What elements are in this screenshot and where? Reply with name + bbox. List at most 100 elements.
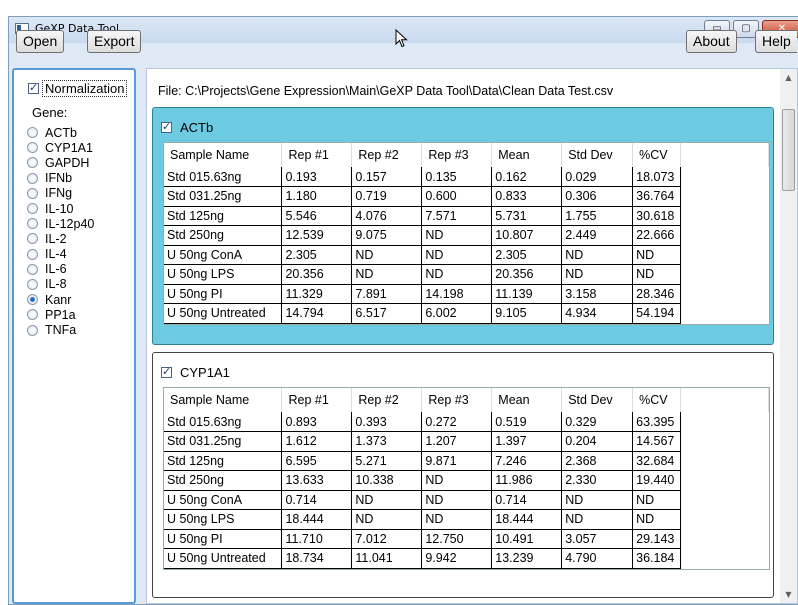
table-cell[interactable]: 14.198	[421, 284, 493, 304]
table-cell[interactable]: 2.449	[561, 225, 634, 246]
column-header[interactable]: %CV	[632, 388, 682, 412]
table-cell[interactable]: 1.207	[421, 431, 493, 452]
table-cell[interactable]: 9.105	[491, 303, 563, 324]
table-cell[interactable]: 19.440	[632, 470, 682, 491]
table-cell[interactable]: Std 031.25ng	[164, 186, 283, 207]
table-cell[interactable]: 10.491	[491, 529, 563, 549]
table-cell[interactable]: 10.807	[491, 225, 563, 246]
table-cell[interactable]: 10.338	[351, 470, 423, 491]
table-row[interactable]: U 50ng LPS 20.356 ND ND 20.356 ND ND	[164, 264, 769, 285]
table-cell[interactable]: 13.633	[281, 470, 353, 491]
table-cell[interactable]: ND	[421, 245, 493, 265]
table-cell[interactable]: 0.193	[281, 167, 353, 187]
table-cell[interactable]: 11.041	[351, 548, 423, 569]
table-cell[interactable]: 18.073	[632, 167, 682, 187]
table-cell[interactable]: U 50ng LPS	[164, 509, 283, 530]
open-button[interactable]: Open	[16, 30, 65, 53]
column-header[interactable]: Rep #3	[421, 143, 493, 167]
table-cell[interactable]: Std 015.63ng	[164, 412, 283, 432]
table-cell[interactable]: 18.444	[491, 509, 563, 530]
radio-button-icon[interactable]	[27, 309, 38, 321]
column-header[interactable]: Sample Name	[164, 388, 283, 412]
table-cell[interactable]: ND	[632, 509, 682, 530]
table-cell[interactable]: 0.029	[561, 167, 634, 187]
table-cell[interactable]: ND	[421, 225, 493, 246]
column-header[interactable]: Std Dev	[561, 388, 634, 412]
table-cell[interactable]: 7.571	[421, 206, 493, 226]
table-cell[interactable]: U 50ng PI	[164, 529, 283, 549]
table-cell[interactable]: 0.714	[281, 490, 353, 510]
table-cell[interactable]: ND	[561, 509, 634, 530]
gene-radio-ifng[interactable]: IFNg	[27, 186, 94, 201]
table-cell[interactable]: 6.002	[421, 303, 493, 324]
scrollbar-thumb[interactable]	[782, 109, 795, 191]
column-header[interactable]: %CV	[632, 143, 682, 167]
panel-header[interactable]: CYP1A1	[161, 365, 230, 380]
table-cell[interactable]: Std 125ng	[164, 206, 283, 226]
table-cell[interactable]: 5.271	[351, 451, 423, 471]
gene-radio-il-4[interactable]: IL-4	[27, 247, 94, 262]
table-cell[interactable]: 1.397	[491, 431, 563, 452]
column-header[interactable]: Rep #1	[281, 388, 353, 412]
table-cell[interactable]: ND	[351, 509, 423, 530]
table-cell[interactable]: ND	[351, 264, 423, 285]
radio-button-icon[interactable]	[27, 172, 38, 184]
table-row[interactable]: Std 015.63ng 0.893 0.393 0.272 0.519 0.329 63.…	[164, 412, 769, 432]
table-cell[interactable]: 14.567	[632, 431, 682, 452]
table-cell[interactable]: 6.517	[351, 303, 423, 324]
gene-radio-il-8[interactable]: IL-8	[27, 277, 94, 292]
table-row[interactable]: U 50ng ConA 0.714 ND ND 0.714 ND ND	[164, 490, 769, 510]
about-button[interactable]: About	[686, 30, 737, 53]
scroll-up-icon[interactable]: ▲	[780, 69, 797, 86]
table-cell[interactable]: 14.794	[281, 303, 353, 324]
table-cell[interactable]: U 50ng PI	[164, 284, 283, 304]
table-cell[interactable]: 36.184	[632, 548, 682, 569]
table-cell[interactable]: 0.135	[421, 167, 493, 187]
table-cell[interactable]: 2.305	[281, 245, 353, 265]
radio-button-icon[interactable]	[27, 294, 38, 306]
table-cell[interactable]: 11.329	[281, 284, 353, 304]
table-cell[interactable]: 11.986	[491, 470, 563, 491]
scroll-down-icon[interactable]: ▼	[780, 586, 797, 603]
table-cell[interactable]: 0.714	[491, 490, 563, 510]
table-cell[interactable]: 0.393	[351, 412, 423, 432]
table-cell[interactable]: ND	[421, 470, 493, 491]
table-cell[interactable]: 7.246	[491, 451, 563, 471]
table-cell[interactable]: 13.239	[491, 548, 563, 569]
table-cell[interactable]: 0.329	[561, 412, 634, 432]
table-cell[interactable]: U 50ng LPS	[164, 264, 283, 285]
table-cell[interactable]: 1.180	[281, 186, 353, 207]
radio-button-icon[interactable]	[27, 324, 38, 336]
table-cell[interactable]: 0.204	[561, 431, 634, 452]
table-cell[interactable]: ND	[421, 264, 493, 285]
gene-radio-gapdh[interactable]: GAPDH	[27, 155, 94, 170]
radio-button-icon[interactable]	[27, 127, 38, 139]
column-header[interactable]: Mean	[491, 143, 563, 167]
radio-button-icon[interactable]	[27, 263, 38, 275]
table-cell[interactable]: 6.595	[281, 451, 353, 471]
gene-panel-cyp1a1[interactable]: CYP1A1 Sample NameRep #1Rep #2Rep #3MeanS…	[152, 352, 774, 598]
data-grid[interactable]: Sample Name Rep #1 Rep #2 Rep #3 Mean Std Dev…	[163, 387, 770, 570]
normalization-checkbox[interactable]: Normalization	[28, 80, 128, 97]
radio-button-icon[interactable]	[27, 233, 38, 245]
table-cell[interactable]: 1.373	[351, 431, 423, 452]
table-cell[interactable]: 12.539	[281, 225, 353, 246]
table-row[interactable]: Std 125ng 5.546 4.076 7.571 5.731 1.755 30.618	[164, 206, 769, 226]
table-cell[interactable]: 11.710	[281, 529, 353, 549]
table-cell[interactable]: 54.194	[632, 303, 682, 324]
table-cell[interactable]: 0.600	[421, 186, 493, 207]
table-cell[interactable]: 0.157	[351, 167, 423, 187]
column-header[interactable]: Rep #2	[351, 143, 423, 167]
table-row[interactable]: U 50ng Untreated 18.734 11.041 9.942 13.239 4…	[164, 548, 769, 569]
radio-button-icon[interactable]	[27, 142, 38, 154]
column-header[interactable]: Mean	[491, 388, 563, 412]
table-cell[interactable]: 0.306	[561, 186, 634, 207]
table-cell[interactable]: 63.395	[632, 412, 682, 432]
table-row[interactable]: Std 125ng 6.595 5.271 9.871 7.246 2.368 32.684	[164, 451, 769, 471]
table-cell[interactable]: Std 015.63ng	[164, 167, 283, 187]
table-cell[interactable]: 5.546	[281, 206, 353, 226]
panel-include-checkbox[interactable]	[161, 365, 172, 378]
table-row[interactable]: U 50ng ConA 2.305 ND ND 2.305 ND ND	[164, 245, 769, 265]
table-cell[interactable]: 9.871	[421, 451, 493, 471]
table-cell[interactable]: 2.330	[561, 470, 634, 491]
